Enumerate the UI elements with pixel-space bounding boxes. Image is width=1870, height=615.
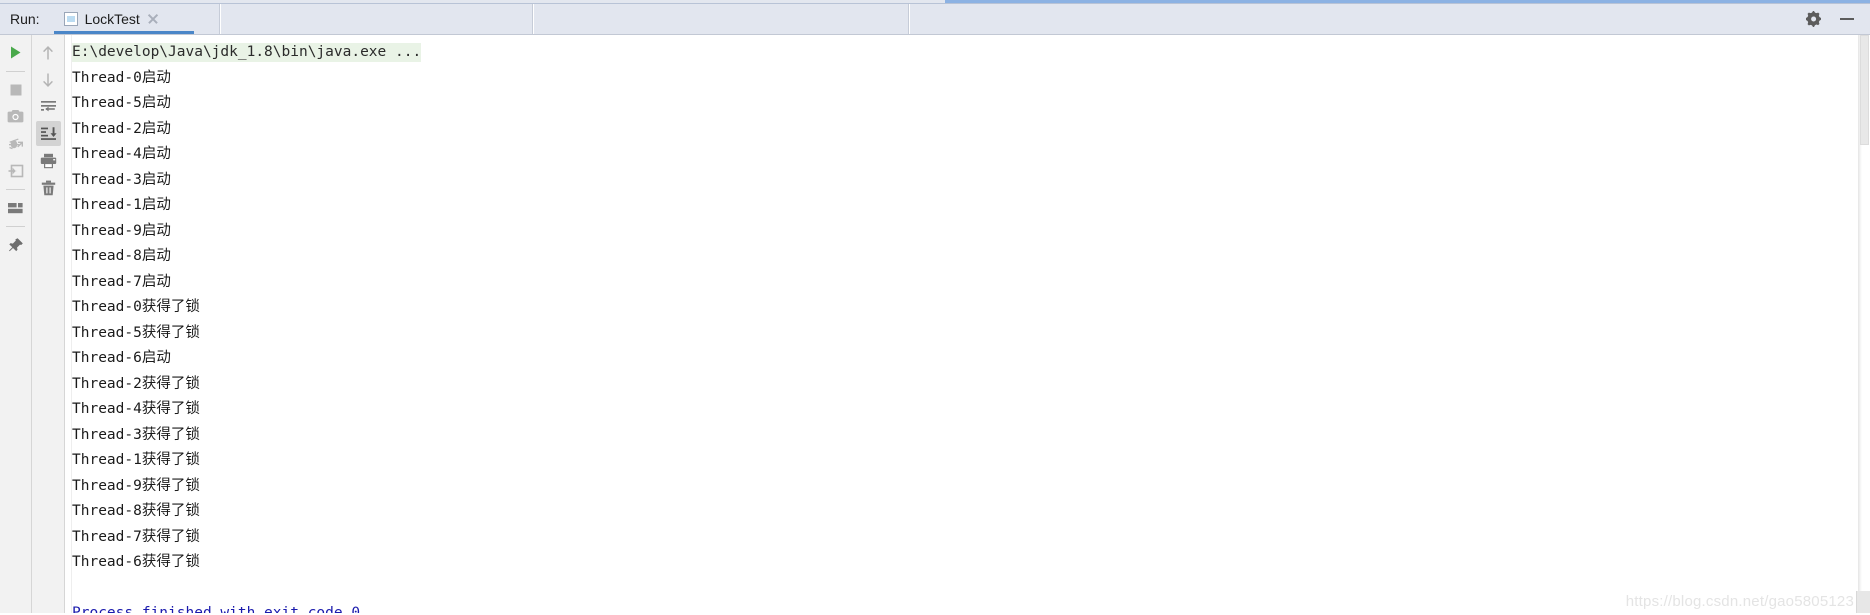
gear-icon[interactable] [1806, 11, 1822, 27]
tabbar-region-1 [220, 4, 533, 34]
soft-wrap-button[interactable] [36, 94, 61, 119]
run-tabbar: Run: LockTest [0, 4, 1870, 35]
scroll-to-end-icon [40, 127, 57, 140]
console-line-text: Thread-7获得了锁 [72, 528, 200, 545]
console-line: Thread-6获得了锁 [72, 550, 1858, 576]
clear-all-button[interactable] [36, 175, 61, 200]
console-line: Thread-7启动 [72, 270, 1858, 296]
scrollbar-corner [1856, 591, 1870, 613]
console-line: E:\develop\Java\jdk_1.8\bin\java.exe ... [72, 40, 1858, 66]
console-line: Thread-8获得了锁 [72, 499, 1858, 525]
pin-icon [8, 237, 23, 251]
java-class-icon [63, 12, 78, 26]
layout-settings-button[interactable] [3, 195, 28, 220]
camera-icon [7, 110, 24, 123]
snapshot-button[interactable] [3, 104, 28, 129]
soft-wrap-icon [40, 101, 56, 112]
console-line-text: Thread-8启动 [72, 248, 171, 264]
console-line: Thread-5启动 [72, 91, 1858, 117]
console-line: Thread-6启动 [72, 346, 1858, 372]
console-line-text: Thread-4启动 [72, 146, 171, 162]
console-scrollbar[interactable] [1858, 35, 1870, 615]
console-line-text: Thread-8获得了锁 [72, 503, 200, 519]
console-line: Thread-5获得了锁 [72, 321, 1858, 347]
console-line-text: Thread-5启动 [72, 95, 171, 111]
run-tab-locktest[interactable]: LockTest [53, 4, 194, 34]
run-panel-label: Run: [0, 4, 54, 34]
console-line-text: Thread-6获得了锁 [72, 554, 200, 570]
tabbar-actions [1806, 4, 1870, 34]
dump-threads-button[interactable] [3, 131, 28, 156]
print-icon [40, 153, 56, 168]
console-line-text: Thread-2获得了锁 [72, 375, 200, 392]
console-line: Thread-7获得了锁 [72, 525, 1858, 551]
console-line: Thread-0启动 [72, 66, 1858, 92]
console-line-text: Thread-4获得了锁 [72, 401, 200, 417]
pin-tab-button[interactable] [3, 232, 28, 257]
console-line: Thread-9获得了锁 [72, 474, 1858, 500]
run-tab-title: LockTest [84, 11, 140, 27]
console-line-text: Thread-2启动 [72, 120, 171, 137]
trash-icon [41, 180, 55, 195]
toolbar-separator [6, 189, 25, 190]
up-button[interactable] [36, 40, 61, 65]
tabbar-region-2 [533, 4, 909, 34]
toolbar-separator [6, 71, 25, 72]
console-line: Thread-9启动 [72, 219, 1858, 245]
console-line: Thread-1获得了锁 [72, 448, 1858, 474]
thread-dump-icon [9, 137, 23, 149]
console-line-text: Thread-1启动 [72, 197, 171, 213]
console-gutter [65, 35, 72, 615]
console-line: Thread-4启动 [72, 142, 1858, 168]
run-toolbar-primary [0, 35, 31, 615]
restore-layout-button[interactable] [3, 158, 28, 183]
tabbar-region-3 [909, 4, 1806, 34]
console-panel: E:\develop\Java\jdk_1.8\bin\java.exe ...… [64, 35, 1870, 615]
close-icon[interactable] [147, 13, 159, 25]
console-line: Thread-4获得了锁 [72, 397, 1858, 423]
console-line: Thread-3启动 [72, 168, 1858, 194]
console-line-text: Thread-1获得了锁 [72, 452, 200, 468]
scroll-to-end-button[interactable] [35, 121, 61, 146]
toolbar-separator [6, 226, 25, 227]
stop-icon [10, 84, 21, 95]
console-line: Thread-2启动 [72, 117, 1858, 143]
console-line: Thread-1启动 [72, 193, 1858, 219]
console-line-text: Thread-9启动 [72, 222, 171, 239]
console-line: Thread-8启动 [72, 244, 1858, 270]
console-line-text: E:\develop\Java\jdk_1.8\bin\java.exe ... [72, 43, 422, 62]
play-icon [11, 46, 21, 59]
console-line-text: Thread-7启动 [72, 273, 171, 290]
minimize-icon[interactable] [1840, 18, 1854, 20]
console-line: Thread-0获得了锁 [72, 295, 1858, 321]
console-line: Thread-3获得了锁 [72, 423, 1858, 449]
rerun-button[interactable] [3, 40, 28, 65]
sliver-segment [945, 0, 1870, 3]
console-line-text: Thread-5获得了锁 [72, 324, 200, 341]
restore-layout-icon [8, 164, 23, 177]
run-body: E:\develop\Java\jdk_1.8\bin\java.exe ...… [0, 35, 1870, 615]
arrow-down-icon [43, 73, 53, 87]
run-tool-window: Run: LockTest E:\develop\Java\jdk_1.8\bi… [0, 0, 1870, 615]
layout-icon [8, 202, 23, 213]
console-line-text: Thread-6启动 [72, 350, 171, 366]
console-line-text: Thread-0启动 [72, 69, 171, 86]
arrow-up-icon [43, 45, 53, 59]
console-line: Thread-2获得了锁 [72, 372, 1858, 398]
print-button[interactable] [36, 148, 61, 173]
console-line-text: Thread-3获得了锁 [72, 426, 200, 443]
stop-button[interactable] [3, 77, 28, 102]
console-line-text: Thread-0获得了锁 [72, 299, 200, 315]
down-button[interactable] [36, 67, 61, 92]
console-output[interactable]: E:\develop\Java\jdk_1.8\bin\java.exe ...… [72, 35, 1858, 615]
console-line-text: Thread-9获得了锁 [72, 477, 200, 494]
console-line-text: Thread-3启动 [72, 171, 171, 188]
run-toolbar-secondary [31, 35, 64, 615]
scrollbar-thumb[interactable] [1860, 35, 1869, 145]
